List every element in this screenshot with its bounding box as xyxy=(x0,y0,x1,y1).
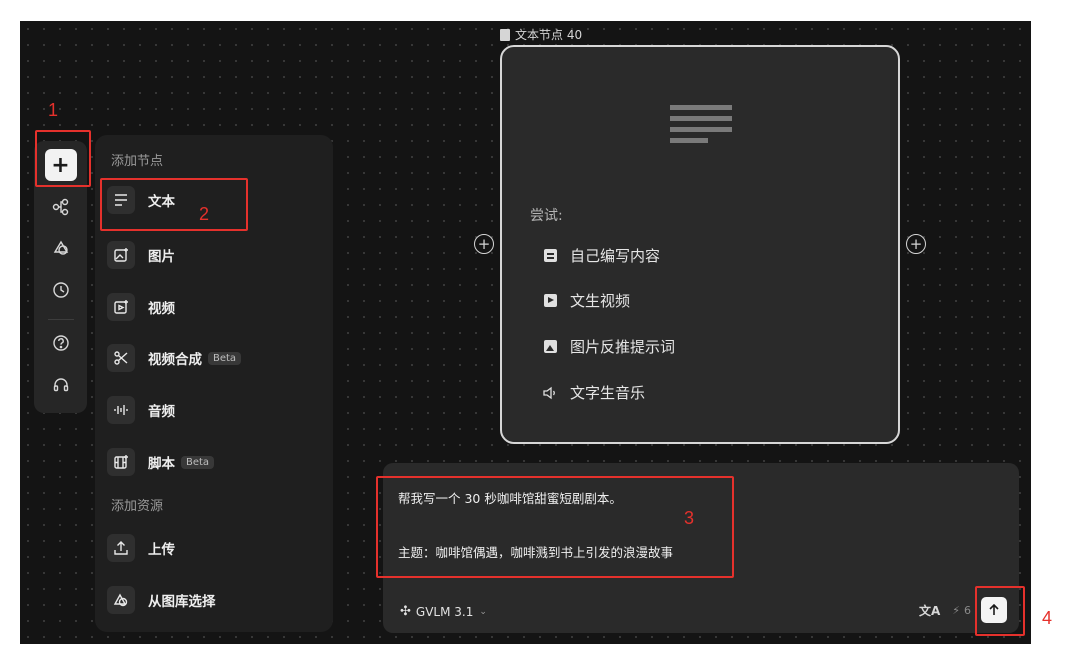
text-node[interactable]: 尝试: 自己编写内容 文生视频 图片反推提示词 文字生音乐 xyxy=(500,45,900,444)
image-sparkle-icon xyxy=(107,241,135,269)
document-icon xyxy=(500,28,510,41)
scissors-icon xyxy=(107,344,135,372)
node-option-image[interactable]: 图片 xyxy=(107,238,175,272)
add-output-connector[interactable]: + xyxy=(906,234,926,254)
suggestion-write-content[interactable]: 自己编写内容 xyxy=(542,245,660,266)
suggestion-text-to-video[interactable]: 文生视频 xyxy=(542,290,630,311)
film-script-icon xyxy=(107,448,135,476)
document-icon xyxy=(543,249,557,262)
help-icon xyxy=(52,335,69,351)
picture-icon xyxy=(543,340,557,353)
video-sparkle-icon xyxy=(107,293,135,321)
annotation-box xyxy=(975,586,1025,636)
bolt-icon: ⚡ xyxy=(952,603,960,617)
shapes-icon xyxy=(53,240,68,255)
text-lines-icon xyxy=(670,105,732,149)
annotation-box xyxy=(376,476,734,578)
library-icon xyxy=(107,586,135,614)
node-option-label: 图片 xyxy=(148,249,175,265)
node-title-text: 文本节点 40 xyxy=(515,28,583,42)
node-option-script[interactable]: 脚本 Beta xyxy=(107,445,215,479)
model-name: GVLM 3.1 xyxy=(415,604,474,619)
upload-icon xyxy=(107,534,135,562)
node-option-video-compose[interactable]: 视频合成 Beta xyxy=(107,341,242,375)
node-option-audio[interactable]: 音频 xyxy=(107,393,175,427)
add-input-connector[interactable]: + xyxy=(474,234,494,254)
annotation-number: 4 xyxy=(1042,608,1053,628)
support-button[interactable] xyxy=(45,369,77,401)
model-selector[interactable]: ✣ GVLM 3.1 ⌄ xyxy=(400,604,487,619)
suggestion-label: 文字生音乐 xyxy=(570,384,646,402)
clock-icon xyxy=(52,282,69,298)
suggestion-label: 文生视频 xyxy=(570,292,631,310)
play-icon xyxy=(543,294,557,307)
audio-wave-icon xyxy=(107,396,135,424)
suggestion-image-to-prompt[interactable]: 图片反推提示词 xyxy=(542,336,675,357)
help-button[interactable] xyxy=(45,327,77,359)
suggestion-label: 图片反推提示词 xyxy=(570,338,676,356)
node-option-label: 视频合成 xyxy=(148,352,202,368)
resource-option-library[interactable]: 从图库选择 xyxy=(107,583,216,617)
node-title: 文本节点 40 xyxy=(500,26,582,43)
resource-option-label: 从图库选择 xyxy=(148,594,216,610)
translate-icon[interactable]: 文A xyxy=(919,602,940,619)
speaker-icon xyxy=(543,386,555,399)
annotation-number: 1 xyxy=(48,100,59,120)
suggestion-label: 自己编写内容 xyxy=(570,247,661,265)
resource-option-label: 上传 xyxy=(148,542,175,558)
plus-icon: + xyxy=(477,234,491,253)
history-button[interactable] xyxy=(45,274,77,306)
nodes-icon xyxy=(52,198,68,216)
suggestion-text-to-music[interactable]: 文字生音乐 xyxy=(542,382,645,403)
assets-button[interactable] xyxy=(45,232,77,264)
node-option-video[interactable]: 视频 xyxy=(107,290,175,324)
beta-badge: Beta xyxy=(181,455,215,469)
model-logo-icon: ✣ xyxy=(400,604,411,619)
node-option-label: 脚本 xyxy=(148,456,175,472)
chevron-down-icon: ⌄ xyxy=(479,606,487,617)
toolbar-divider xyxy=(48,319,74,320)
add-resource-heading: 添加资源 xyxy=(111,499,164,514)
annotation-box xyxy=(100,178,248,231)
credit-cost: 6 xyxy=(964,603,971,617)
annotation-box xyxy=(35,130,91,187)
plus-icon: + xyxy=(909,234,923,253)
resource-option-upload[interactable]: 上传 xyxy=(107,531,175,565)
node-option-label: 音频 xyxy=(148,404,175,420)
add-node-heading: 添加节点 xyxy=(111,154,164,169)
beta-badge: Beta xyxy=(208,351,242,365)
workflow-button[interactable] xyxy=(45,191,77,223)
headset-icon xyxy=(53,378,68,392)
node-option-label: 视频 xyxy=(148,301,175,317)
try-label: 尝试: xyxy=(530,208,563,224)
